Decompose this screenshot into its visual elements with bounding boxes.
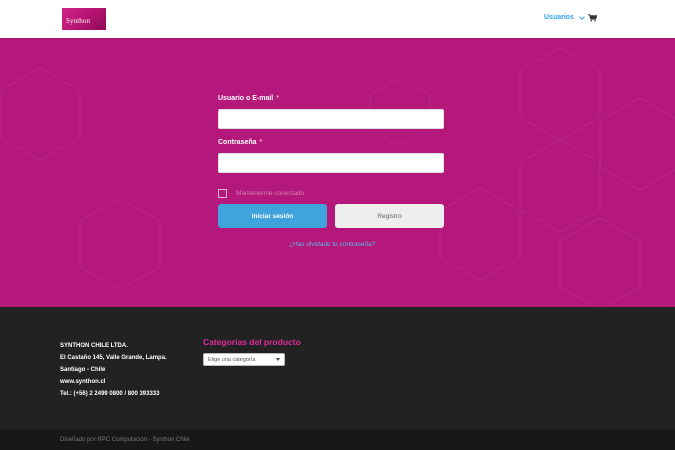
login-button[interactable]: Iniciar sesión	[218, 204, 327, 228]
categories-title: Categorías del producto	[203, 337, 301, 347]
dropdown-arrow-icon	[276, 358, 280, 361]
nav-users-label: Usuarios	[544, 14, 574, 21]
cart-icon[interactable]	[588, 14, 597, 22]
required-mark: *	[276, 95, 279, 102]
password-label-text: Contraseña	[218, 139, 257, 146]
site-header: Synthon Usuarios	[0, 0, 675, 38]
chevron-down-icon	[579, 13, 585, 20]
company-phone: Tel.: (+56) 2 2499 0800 / 800 393333	[60, 391, 160, 397]
company-website: www.synthon.cl	[60, 379, 106, 385]
company-city: Santiago - Chile	[60, 367, 106, 373]
company-address: El Castaño 145, Valle Grande, Lampa.	[60, 355, 167, 361]
username-input[interactable]	[218, 109, 444, 129]
remember-me-row: Mantenerme conectado	[218, 189, 304, 198]
footer-credits: Diseñado por RPC Computación - Synthon C…	[60, 437, 190, 443]
username-label-text: Usuario o E-mail	[218, 95, 274, 102]
company-info: SYNTHON CHILE LTDA. El Castaño 145, Vall…	[60, 340, 167, 400]
categories-select-value: Elige una categoría	[208, 357, 256, 363]
logo-text: Synthon	[66, 17, 91, 25]
password-label: Contraseña *	[218, 139, 262, 146]
remember-me-label[interactable]: Mantenerme conectado	[236, 190, 304, 197]
register-button[interactable]: Registro	[335, 204, 444, 228]
company-name: SYNTHON CHILE LTDA.	[60, 343, 128, 349]
username-label: Usuario o E-mail *	[218, 95, 279, 102]
remember-me-checkbox[interactable]	[218, 189, 227, 198]
password-input[interactable]	[218, 153, 444, 173]
synthon-logo[interactable]: Synthon	[62, 8, 106, 30]
nav-users-menu[interactable]: Usuarios	[544, 13, 585, 21]
categories-select[interactable]: Elige una categoría	[203, 353, 285, 366]
forgot-password-link[interactable]: ¿Has olvidado tu contraseña?	[289, 241, 375, 248]
required-mark: *	[259, 139, 263, 146]
